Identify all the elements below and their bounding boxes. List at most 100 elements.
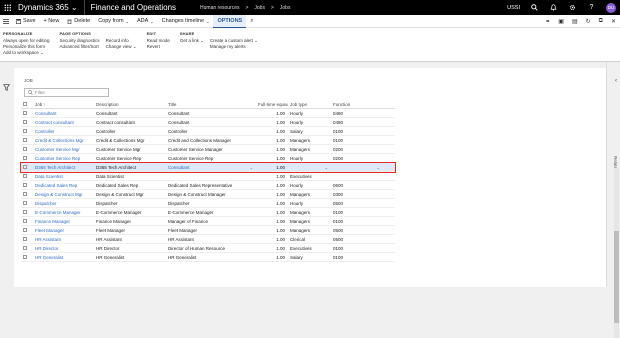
app-name[interactable]: Dynamics 365 ⌄ bbox=[14, 3, 84, 12]
job-type-dropdown[interactable]: ⌄ bbox=[288, 165, 331, 170]
security-diagnostics-button[interactable]: Security diagnostics bbox=[60, 38, 100, 44]
change-view-button[interactable]: Change view ⌄ bbox=[106, 44, 137, 50]
row-checkbox[interactable] bbox=[21, 200, 33, 206]
job-link[interactable]: Dedicated Sales Rep bbox=[33, 183, 94, 188]
job-link[interactable]: HR Generalist bbox=[33, 255, 94, 260]
read-mode-button[interactable]: Read mode bbox=[147, 38, 170, 44]
title-dropdown[interactable]: Consultant ⌄ bbox=[166, 165, 256, 170]
company-picker[interactable]: USSI bbox=[507, 5, 520, 11]
breadcrumb-item[interactable]: Jobs bbox=[280, 5, 291, 11]
job-link[interactable]: Customer Service Rep bbox=[33, 156, 94, 161]
table-row[interactable]: E-Commerce Manager E-Commerce Manager E-Co… bbox=[21, 208, 395, 217]
column-header-function[interactable]: Function bbox=[331, 102, 361, 107]
app-launcher-icon[interactable] bbox=[0, 0, 14, 15]
row-checkbox[interactable] bbox=[21, 137, 33, 143]
column-header-job[interactable]: Job ↑ bbox=[33, 102, 94, 107]
revert-button[interactable]: Revert bbox=[147, 44, 170, 50]
select-all-checkbox[interactable] bbox=[21, 102, 33, 107]
row-checkbox[interactable] bbox=[21, 182, 33, 188]
description-cell[interactable]: D365 Tech Architect bbox=[94, 165, 166, 170]
table-row-selected[interactable]: D365 Tech Architect D365 Tech Architect Co… bbox=[20, 162, 396, 173]
advanced-filter-button[interactable]: Advanced filter/Sort bbox=[60, 44, 100, 50]
office-icon[interactable]: ▣ bbox=[558, 18, 564, 25]
job-link[interactable]: Controller bbox=[33, 129, 94, 134]
job-link[interactable]: HR Director bbox=[33, 246, 94, 251]
job-link[interactable]: Dispatcher bbox=[33, 201, 94, 206]
link-icon[interactable]: ⚭ bbox=[545, 18, 550, 25]
always-open-for-editing-button[interactable]: Always open for editing bbox=[3, 38, 50, 44]
ada-menu[interactable]: ADA ⌄ bbox=[133, 15, 158, 28]
hamburger-icon[interactable] bbox=[0, 15, 12, 28]
row-checkbox[interactable] bbox=[21, 110, 33, 116]
table-row[interactable]: HR Assistant HR Assistant HR Assistant 1.00… bbox=[21, 235, 395, 244]
column-header-fte[interactable]: Full-time equiva... bbox=[256, 102, 288, 107]
row-checkbox[interactable] bbox=[21, 119, 33, 125]
row-checkbox[interactable] bbox=[21, 236, 33, 242]
table-row[interactable]: Dispatcher Dispatcher Dispatcher 1.00 Hourly… bbox=[21, 199, 395, 208]
table-row[interactable]: Consultant Consultant Consultant 1.00 Hourly… bbox=[21, 109, 395, 118]
close-icon[interactable]: ✕ bbox=[611, 18, 616, 25]
chevron-down-icon[interactable]: ⌄ bbox=[325, 165, 328, 170]
row-checkbox[interactable] bbox=[21, 245, 33, 251]
refresh-icon[interactable]: ↻ bbox=[586, 18, 591, 25]
job-link[interactable]: Consultant bbox=[33, 111, 94, 116]
job-link[interactable]: E-Commerce Manager bbox=[33, 210, 94, 215]
column-header-title[interactable]: Title bbox=[166, 102, 256, 107]
copy-from-menu[interactable]: Copy from ⌄ bbox=[94, 15, 133, 28]
delete-button[interactable]: Delete bbox=[63, 15, 94, 28]
row-checkbox[interactable] bbox=[21, 218, 33, 224]
row-checkbox[interactable] bbox=[21, 128, 33, 134]
module-name[interactable]: Finance and Operations bbox=[85, 3, 182, 12]
row-checkbox[interactable] bbox=[21, 227, 33, 233]
table-row[interactable]: Dedicated Sales Rep Dedicated Sales Rep De… bbox=[21, 181, 395, 190]
job-link[interactable]: Fleet Manager bbox=[33, 228, 94, 233]
table-row[interactable]: Design & Construct Mgr Design & Construct… bbox=[21, 190, 395, 199]
create-custom-alert-button[interactable]: Create a custom alert ⌄ bbox=[210, 38, 258, 44]
row-checkbox[interactable] bbox=[21, 173, 33, 179]
row-checkbox[interactable] bbox=[21, 191, 33, 197]
help-icon[interactable]: ? bbox=[587, 3, 596, 12]
get-a-link-button[interactable]: Get a link ⌄ bbox=[180, 38, 204, 44]
job-link[interactable]: Data Scientist bbox=[33, 174, 94, 179]
table-row[interactable]: Controller Controller Controller 1.00 Salary… bbox=[21, 127, 395, 136]
popout-icon[interactable]: ⧉ bbox=[599, 18, 603, 25]
table-row[interactable]: HR Director HR Director Director of Human … bbox=[21, 244, 395, 253]
changes-timeline-menu[interactable]: Changes timeline ⌄ bbox=[158, 15, 214, 28]
job-link[interactable]: Design & Construct Mgr bbox=[33, 192, 94, 197]
row-checkbox[interactable] bbox=[21, 146, 33, 152]
action-search-icon[interactable]: ⌕ bbox=[246, 15, 257, 28]
table-row[interactable]: Customer Service Rep Customer Service Rep… bbox=[21, 154, 395, 163]
column-header-job-type[interactable]: Job type bbox=[288, 102, 331, 107]
row-checkbox[interactable] bbox=[21, 164, 33, 170]
filter-input[interactable]: Filter bbox=[24, 88, 109, 97]
row-checkbox[interactable] bbox=[21, 155, 33, 161]
job-link[interactable]: Contract consultant bbox=[33, 120, 94, 125]
add-to-workspace-button[interactable]: Add to workspace ⌄ bbox=[3, 50, 50, 56]
row-checkbox[interactable] bbox=[21, 209, 33, 215]
breadcrumb-item[interactable]: Jobs bbox=[254, 5, 265, 11]
table-row[interactable]: Data Scientist Data Scientist 1.00 Executiv… bbox=[21, 172, 395, 181]
table-row[interactable]: Credit & Collections Mgr Credit & Collect… bbox=[21, 136, 395, 145]
job-link[interactable]: HR Assistant bbox=[33, 237, 94, 242]
personalize-form-button[interactable]: Personalize this form bbox=[3, 44, 50, 50]
tab-options[interactable]: OPTIONS bbox=[213, 14, 247, 28]
filter-icon[interactable] bbox=[3, 84, 10, 93]
avatar[interactable]: DU bbox=[606, 2, 616, 13]
new-button[interactable]: + New bbox=[40, 15, 64, 28]
fte-cell[interactable]: 1.00 bbox=[256, 165, 288, 170]
table-row[interactable]: Fleet Manager Fleet Manager Fleet Manager 1… bbox=[21, 226, 395, 235]
scrollbar-thumb[interactable] bbox=[614, 231, 619, 323]
chevron-down-icon[interactable]: ⌄ bbox=[377, 165, 380, 170]
bell-icon[interactable] bbox=[549, 3, 558, 12]
row-checkbox[interactable] bbox=[21, 254, 33, 260]
gear-icon[interactable] bbox=[568, 3, 577, 12]
search-icon[interactable] bbox=[530, 3, 539, 12]
attach-icon[interactable]: ▤ bbox=[572, 18, 578, 25]
table-row[interactable]: Finance Manager Finance Manager Manager of… bbox=[21, 217, 395, 226]
chevron-down-icon[interactable]: ⌄ bbox=[250, 165, 253, 170]
table-row[interactable]: Contract consultant Contract consultant Co… bbox=[21, 118, 395, 127]
function-dropdown[interactable]: ⌄ bbox=[361, 165, 383, 170]
breadcrumb-item[interactable]: Human resources bbox=[200, 5, 239, 11]
chevron-left-icon[interactable]: ‹ bbox=[615, 78, 617, 84]
job-link[interactable]: D365 Tech Architect bbox=[33, 165, 94, 170]
